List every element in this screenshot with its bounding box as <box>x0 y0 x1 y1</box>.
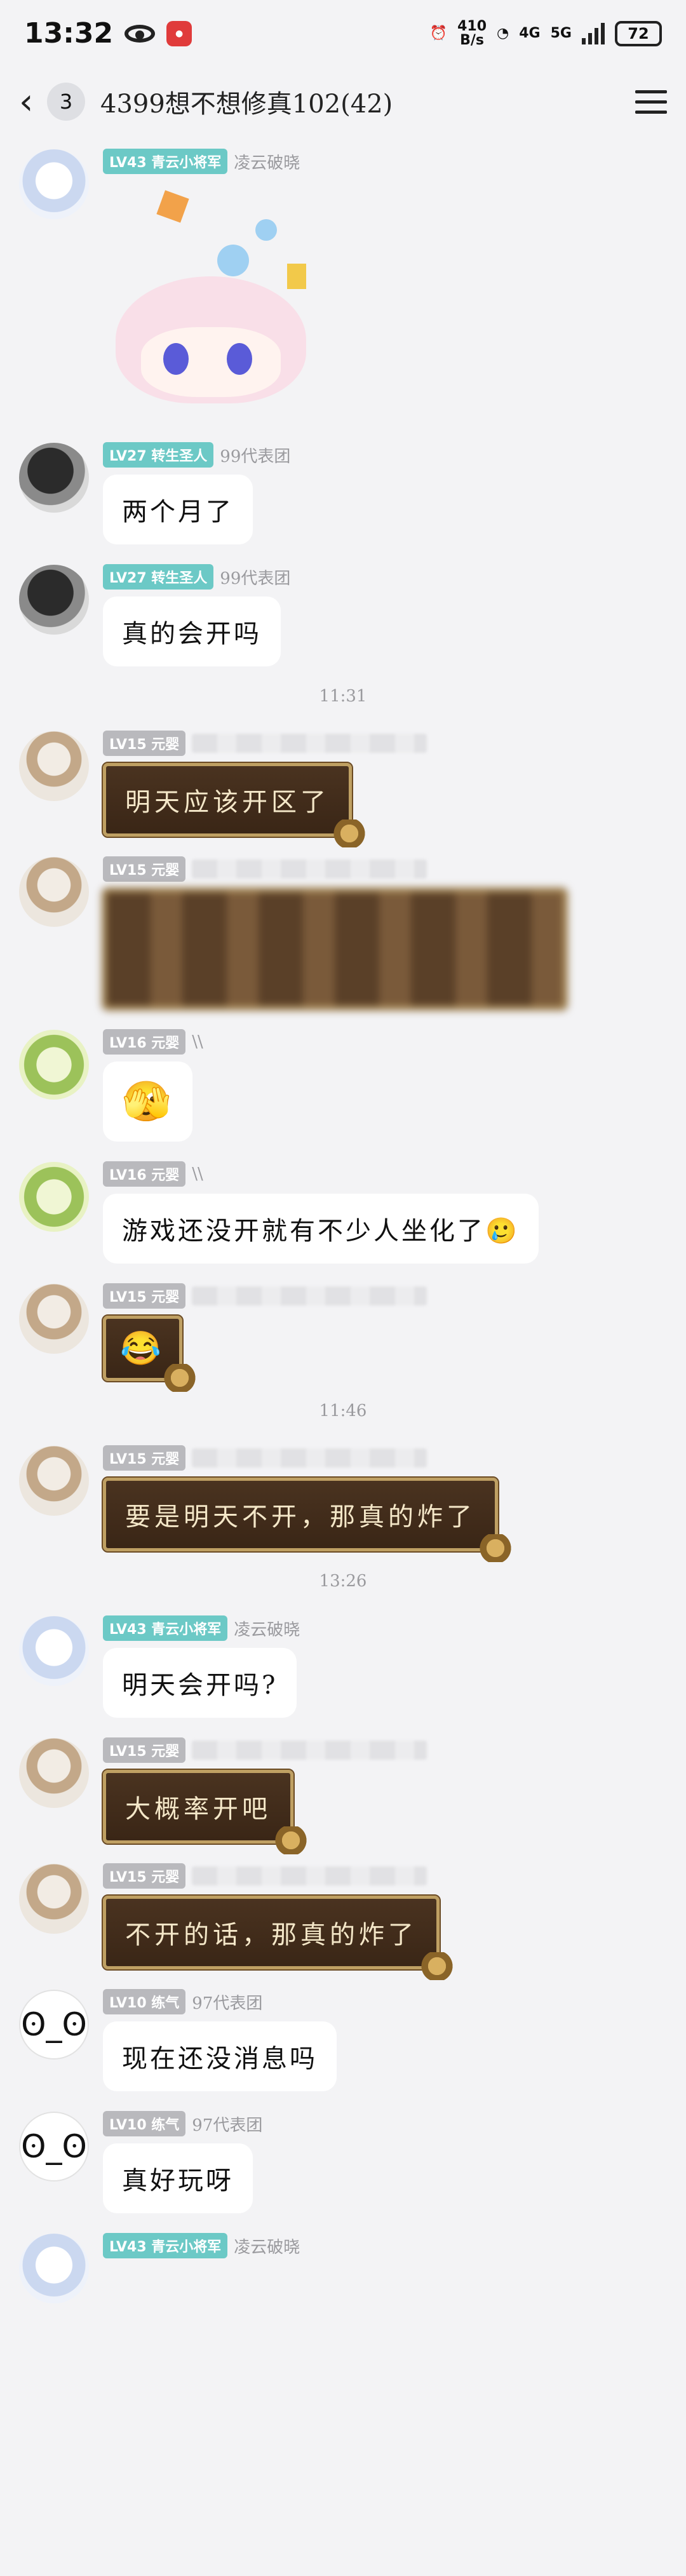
message-bubble[interactable]: 大概率开吧 <box>102 1769 308 1854</box>
message-bubble[interactable]: 真好玩呀 <box>103 2143 253 2213</box>
message: LV15 元婴 <box>0 856 686 1011</box>
message-bubble[interactable]: 明天应该开区了 <box>102 762 367 847</box>
level-badge: LV10 练气 <box>103 1989 186 2014</box>
nickname[interactable]: 97代表团 <box>192 2112 262 2136</box>
message: LV43 青云小将军 凌云破晓 明天会开吗? <box>0 1615 686 1718</box>
chat-list: LV43 青云小将军 凌云破晓 LV27 转生圣人 99代表团 两个月了 LV2… <box>0 137 686 2303</box>
level-badge: LV43 青云小将军 <box>103 149 228 174</box>
wifi-icon: ◔ <box>497 25 509 41</box>
message: LV15 元婴 明天应该开区了 <box>0 731 686 847</box>
avatar[interactable] <box>19 1162 89 1232</box>
message-bubble[interactable]: 真的会开吗 <box>103 597 281 666</box>
avatar[interactable] <box>19 1284 89 1354</box>
avatar[interactable] <box>19 1030 89 1100</box>
message-bubble[interactable]: 现在还没消息吗 <box>103 2021 337 2091</box>
level-badge: LV16 元婴 <box>103 1029 186 1055</box>
level-badge: LV15 元婴 <box>103 856 186 882</box>
blurred-nickname <box>192 1866 427 1885</box>
avatar[interactable] <box>19 2234 89 2303</box>
avatar[interactable]: ʘ_ʘ <box>19 2112 89 2182</box>
timestamp: 11:31 <box>319 687 367 706</box>
level-badge: LV43 青云小将军 <box>103 1615 228 1641</box>
network-5g: 5G <box>550 25 572 41</box>
level-badge: LV27 转生圣人 <box>103 442 214 468</box>
avatar[interactable] <box>19 565 89 635</box>
avatar[interactable] <box>19 1446 89 1516</box>
level-badge: LV15 元婴 <box>103 1737 186 1763</box>
message-bubble[interactable]: 要是明天不开，那真的炸了 <box>102 1476 513 1562</box>
nickname[interactable]: \\ <box>192 1032 203 1051</box>
message-bubble[interactable]: 游戏还没开就有不少人坐化了🥲 <box>103 1194 539 1264</box>
signal-icon <box>582 22 605 44</box>
status-bar: 13:32 ● ⏰ 410 B/s ◔ 4G 5G 72 <box>0 0 686 67</box>
message-bubble[interactable]: 😂 <box>102 1314 197 1392</box>
blurred-nickname <box>192 1448 427 1467</box>
chat-header: ‹ 3 4399想不想修真102(42) <box>0 67 686 137</box>
avatar[interactable]: ʘ_ʘ <box>19 1990 89 2060</box>
avatar[interactable] <box>19 1738 89 1808</box>
network-4g: 4G <box>519 25 541 41</box>
message-bubble[interactable]: 不开的话，那真的炸了 <box>102 1894 454 1980</box>
avatar[interactable] <box>19 149 89 219</box>
status-time: 13:32 <box>24 17 114 50</box>
avatar[interactable] <box>19 731 89 801</box>
nickname[interactable]: 凌云破晓 <box>234 2234 300 2258</box>
nickname[interactable]: 99代表团 <box>220 565 290 589</box>
level-badge: LV15 元婴 <box>103 1283 186 1309</box>
blurred-nickname <box>192 734 427 753</box>
message: LV15 元婴 要是明天不开，那真的炸了 <box>0 1445 686 1562</box>
app-notification-icon: ● <box>166 20 192 46</box>
level-badge: LV15 元婴 <box>103 1445 186 1471</box>
group-title: 4399想不想修真102(42) <box>100 90 393 119</box>
message: LV27 转生圣人 99代表团 真的会开吗 <box>0 564 686 666</box>
unread-badge[interactable]: 3 <box>47 83 85 121</box>
timestamp: 11:46 <box>319 1401 367 1420</box>
message-bubble[interactable]: 🫣 <box>103 1062 193 1142</box>
message: LV15 元婴 😂 <box>0 1283 686 1392</box>
sticker-image[interactable] <box>103 181 319 422</box>
message-bubble[interactable]: 明天会开吗? <box>103 1648 297 1718</box>
message: LV15 元婴 不开的话，那真的炸了 <box>0 1863 686 1980</box>
level-badge: LV10 练气 <box>103 2111 186 2136</box>
nickname[interactable]: 凌云破晓 <box>234 1617 300 1640</box>
avatar[interactable] <box>19 857 89 927</box>
timestamp: 13:26 <box>319 1572 367 1591</box>
avatar[interactable] <box>19 1616 89 1686</box>
menu-icon[interactable] <box>635 90 667 114</box>
level-badge: LV43 青云小将军 <box>103 2233 228 2258</box>
blurred-nickname <box>192 1286 427 1305</box>
message: LV43 青云小将军 凌云破晓 <box>0 2233 686 2303</box>
blurred-nickname <box>192 860 427 879</box>
nickname[interactable]: 凌云破晓 <box>234 150 300 173</box>
level-badge: LV27 转生圣人 <box>103 564 214 590</box>
battery-icon: 72 <box>615 20 662 46</box>
avatar[interactable] <box>19 443 89 513</box>
message: LV16 元婴 \\ 游戏还没开就有不少人坐化了🥲 <box>0 1161 686 1264</box>
level-badge: LV16 元婴 <box>103 1161 186 1187</box>
message: LV15 元婴 大概率开吧 <box>0 1737 686 1854</box>
blurred-message-bubble[interactable] <box>102 887 568 1011</box>
back-icon[interactable]: ‹ <box>19 81 47 123</box>
blurred-nickname <box>192 1741 427 1760</box>
message-bubble[interactable]: 两个月了 <box>103 475 253 544</box>
message: LV43 青云小将军 凌云破晓 <box>0 149 686 422</box>
net-speed: 410 B/s <box>457 18 487 48</box>
alarm-icon: ⏰ <box>429 25 448 41</box>
avatar[interactable] <box>19 1864 89 1934</box>
message: LV27 转生圣人 99代表团 两个月了 <box>0 442 686 544</box>
nickname[interactable]: \\ <box>192 1164 203 1183</box>
level-badge: LV15 元婴 <box>103 731 186 756</box>
nickname[interactable]: 97代表团 <box>192 1990 262 2014</box>
message: ʘ_ʘ LV10 练气 97代表团 现在还没消息吗 <box>0 1989 686 2091</box>
level-badge: LV15 元婴 <box>103 1863 186 1889</box>
eye-icon <box>124 24 156 43</box>
nickname[interactable]: 99代表团 <box>220 443 290 467</box>
message: LV16 元婴 \\ 🫣 <box>0 1029 686 1142</box>
message: ʘ_ʘ LV10 练气 97代表团 真好玩呀 <box>0 2111 686 2213</box>
